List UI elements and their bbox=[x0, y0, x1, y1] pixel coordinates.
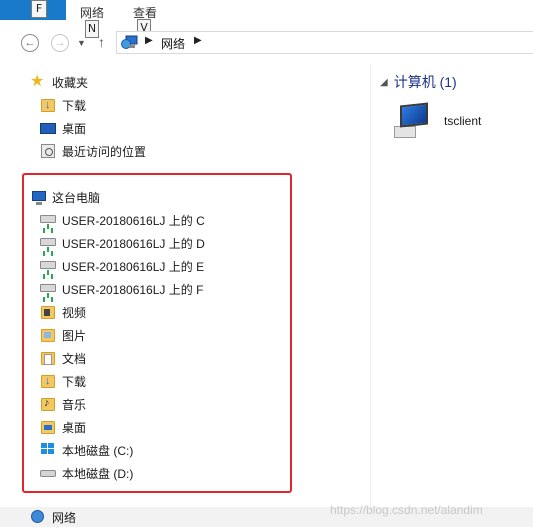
windows-drive-icon bbox=[40, 442, 58, 458]
group-title: 计算机 (1) bbox=[393, 74, 457, 90]
navigation-bar: ← → ▼ ↑ ▶ 网络 ▶ bbox=[0, 28, 533, 58]
nav-item-label: USER-20180616LJ 上的 C bbox=[62, 213, 205, 228]
nav-item-label: 桌面 bbox=[62, 121, 87, 136]
up-button[interactable]: ↑ bbox=[98, 34, 105, 50]
nav-item-videos[interactable]: 视频 bbox=[40, 302, 86, 322]
nav-network[interactable]: 网络 bbox=[30, 507, 76, 527]
nav-item-pictures[interactable]: 图片 bbox=[40, 325, 86, 345]
item-tsclient[interactable]: tsclient bbox=[392, 100, 522, 142]
network-icon bbox=[30, 509, 48, 525]
computer-icon bbox=[394, 102, 430, 138]
breadcrumb-chevron-icon[interactable]: ▶ bbox=[194, 35, 202, 46]
download-folder-icon bbox=[40, 97, 58, 113]
nav-item-label: 文档 bbox=[62, 351, 87, 366]
nav-item-label: 本地磁盘 (C:) bbox=[62, 443, 134, 458]
nav-item-network-drive-e[interactable]: USER-20180616LJ 上的 E bbox=[40, 256, 204, 276]
nav-item-downloads[interactable]: 下载 bbox=[40, 95, 86, 115]
nav-item-local-disk-c[interactable]: 本地磁盘 (C:) bbox=[40, 440, 133, 460]
hard-drive-icon bbox=[40, 465, 58, 481]
nav-item-label: USER-20180616LJ 上的 F bbox=[62, 282, 204, 297]
music-folder-icon bbox=[40, 396, 58, 412]
nav-network-label: 网络 bbox=[52, 510, 77, 525]
network-drive-icon bbox=[40, 258, 58, 275]
nav-item-documents[interactable]: 文档 bbox=[40, 348, 86, 368]
nav-item-music[interactable]: 音乐 bbox=[40, 394, 86, 414]
recent-locations-dropdown[interactable]: ▼ bbox=[77, 38, 86, 48]
group-header-computers[interactable]: ◢ 计算机 (1) bbox=[380, 72, 457, 92]
collapse-chevron-icon[interactable]: ◢ bbox=[380, 77, 388, 88]
nav-item-network-drive-c[interactable]: USER-20180616LJ 上的 C bbox=[40, 210, 205, 230]
desktop-icon bbox=[40, 120, 58, 136]
network-drive-icon bbox=[40, 281, 58, 298]
nav-item-label: 最近访问的位置 bbox=[62, 144, 147, 159]
videos-folder-icon bbox=[40, 304, 58, 320]
address-bar[interactable]: ▶ 网络 ▶ bbox=[116, 31, 533, 54]
nav-item-downloads-pc[interactable]: 下载 bbox=[40, 371, 86, 391]
download-folder-icon bbox=[40, 373, 58, 389]
nav-item-label: 下载 bbox=[62, 98, 87, 113]
nav-this-pc[interactable]: 这台电脑 bbox=[30, 187, 100, 207]
nav-item-label: 视频 bbox=[62, 305, 87, 320]
nav-item-label: USER-20180616LJ 上的 D bbox=[62, 236, 205, 251]
nav-favorites-label: 收藏夹 bbox=[52, 75, 89, 90]
file-keytip: F bbox=[31, 0, 47, 18]
ribbon: F 网络 查看 bbox=[0, 0, 533, 26]
tab-network[interactable]: 网络 bbox=[80, 4, 104, 21]
network-drive-icon bbox=[40, 235, 58, 252]
nav-item-recent-places[interactable]: 最近访问的位置 bbox=[40, 141, 146, 161]
nav-item-label: 音乐 bbox=[62, 397, 87, 412]
network-location-icon bbox=[121, 35, 139, 50]
nav-item-network-drive-f[interactable]: USER-20180616LJ 上的 F bbox=[40, 279, 203, 299]
nav-item-local-disk-d[interactable]: 本地磁盘 (D:) bbox=[40, 463, 133, 483]
pictures-folder-icon bbox=[40, 327, 58, 343]
documents-folder-icon bbox=[40, 350, 58, 366]
nav-item-label: 图片 bbox=[62, 328, 87, 343]
forward-button[interactable]: → bbox=[51, 34, 69, 52]
nav-favorites[interactable]: ★ 收藏夹 bbox=[30, 72, 88, 92]
computer-icon bbox=[30, 189, 48, 205]
nav-item-network-drive-d[interactable]: USER-20180616LJ 上的 D bbox=[40, 233, 205, 253]
nav-item-desktop-pc[interactable]: 桌面 bbox=[40, 417, 86, 437]
desktop-folder-icon bbox=[40, 419, 58, 435]
item-label: tsclient bbox=[444, 114, 482, 128]
back-button[interactable]: ← bbox=[21, 34, 39, 52]
pane-divider[interactable] bbox=[370, 64, 371, 527]
network-drive-icon bbox=[40, 212, 58, 229]
star-icon: ★ bbox=[30, 73, 45, 90]
watermark: https://blog.csdn.net/alandim bbox=[330, 503, 483, 517]
nav-item-label: 本地磁盘 (D:) bbox=[62, 466, 134, 481]
breadcrumb-network[interactable]: 网络 bbox=[161, 35, 185, 52]
recent-places-icon bbox=[40, 143, 58, 159]
nav-this-pc-label: 这台电脑 bbox=[52, 190, 101, 205]
nav-item-label: 桌面 bbox=[62, 420, 87, 435]
nav-item-desktop[interactable]: 桌面 bbox=[40, 118, 86, 138]
breadcrumb-separator-icon[interactable]: ▶ bbox=[145, 35, 153, 46]
nav-item-label: USER-20180616LJ 上的 E bbox=[62, 259, 205, 274]
nav-item-label: 下载 bbox=[62, 374, 87, 389]
